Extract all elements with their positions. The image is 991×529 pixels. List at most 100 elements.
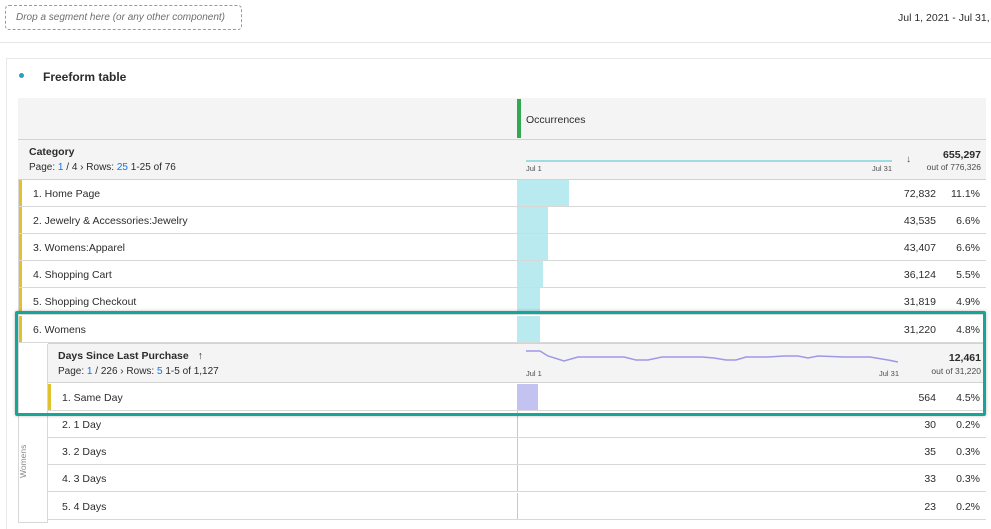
table-row[interactable]: 6. Womens 31,220 4.8% <box>18 316 986 343</box>
panel-title[interactable]: Freeform table <box>43 70 126 84</box>
sparkline-end-label: Jul 31 <box>872 164 893 173</box>
row-label[interactable]: 4. Shopping Cart <box>33 269 112 281</box>
rows-label: Rows: <box>126 366 155 377</box>
table-row[interactable]: 4. Shopping Cart 36,124 5.5% <box>18 261 986 288</box>
page-total: / 4 <box>66 162 78 173</box>
metric-header[interactable] <box>18 98 986 140</box>
row-value: 43,535 <box>903 215 936 227</box>
row-bar <box>517 288 540 314</box>
row-rail <box>19 180 22 206</box>
row-percent: 0.2% <box>956 419 980 431</box>
row-label[interactable]: 5. Shopping Checkout <box>33 296 136 308</box>
arrow-down-icon[interactable]: ↓ <box>906 154 911 165</box>
page-label: Page: <box>29 162 56 173</box>
breakdown-group-rail <box>18 344 48 523</box>
date-range-picker[interactable]: Jul 1, 2021 - Jul 31, 2021 <box>898 12 991 24</box>
row-value: 31,220 <box>903 324 936 336</box>
row-percent: 0.3% <box>956 446 980 458</box>
row-value: 30 <box>924 419 936 431</box>
page-label: Page: <box>58 366 85 377</box>
sort-ascending-icon[interactable]: ↑ <box>198 350 203 362</box>
row-rail <box>19 261 22 287</box>
row-label[interactable]: 2. Jewelry & Accessories:Jewelry <box>33 215 188 227</box>
rows-range: 1-5 of 1,127 <box>165 366 219 377</box>
row-label[interactable]: 3. Womens:Apparel <box>33 242 125 254</box>
table-row[interactable]: 5. Shopping Checkout 31,819 4.9% <box>18 288 986 315</box>
row-bar <box>517 438 518 464</box>
dimension-pager: Page: 1 / 4 › Rows: 25 1-25 of 76 <box>29 162 176 173</box>
row-bar <box>517 234 548 260</box>
breakdown-group-label: Womens <box>18 444 28 478</box>
row-percent: 4.8% <box>956 324 980 336</box>
row-bar <box>517 180 569 206</box>
row-percent: 0.2% <box>956 501 980 513</box>
panel-status-dot-icon <box>19 73 24 78</box>
row-label[interactable]: 6. Womens <box>33 324 86 336</box>
chevron-right-icon[interactable]: › <box>120 366 123 377</box>
breakdown-pager: Page: 1 / 226 › Rows: 5 1-5 of 1,127 <box>58 366 219 377</box>
row-percent: 4.9% <box>956 296 980 308</box>
row-value: 33 <box>924 473 936 485</box>
breakdown-sparkline <box>526 350 898 363</box>
segment-dropzone[interactable]: Drop a segment here (or any other compon… <box>5 5 242 30</box>
row-value: 23 <box>924 501 936 513</box>
row-rail <box>48 384 51 410</box>
breakdown-dimension-name[interactable]: Days Since Last Purchase ↑ <box>58 350 203 362</box>
row-value: 564 <box>918 392 936 404</box>
row-percent: 6.6% <box>956 215 980 227</box>
breakdown-sparkline-start: Jul 1 <box>526 369 542 378</box>
row-bar <box>517 316 540 342</box>
metric-total: 655,297 <box>943 149 981 161</box>
table-row[interactable]: 2. Jewelry & Accessories:Jewelry 43,535 6.… <box>18 207 986 234</box>
row-bar <box>517 493 518 519</box>
page-current-input[interactable]: 1 <box>87 366 93 377</box>
row-label[interactable]: 1. Home Page <box>33 188 100 200</box>
breakdown-row[interactable]: 5. 4 Days 23 0.2% <box>48 493 986 520</box>
row-bar <box>517 411 518 437</box>
dimension-name[interactable]: Category <box>29 146 75 158</box>
page-current-input[interactable]: 1 <box>58 162 64 173</box>
row-bar <box>517 465 518 491</box>
row-percent: 5.5% <box>956 269 980 281</box>
row-rail <box>19 288 22 314</box>
row-bar <box>517 261 543 287</box>
breakdown-name: Days Since Last Purchase <box>58 350 189 362</box>
row-label[interactable]: 2. 1 Day <box>62 419 101 431</box>
breakdown-row[interactable]: 4. 3 Days 33 0.3% <box>48 465 986 492</box>
row-percent: 11.1% <box>951 188 980 200</box>
row-label[interactable]: 5. 4 Days <box>62 501 106 513</box>
row-value: 36,124 <box>903 269 936 281</box>
breakdown-row[interactable]: 1. Same Day 564 4.5% <box>48 384 986 411</box>
rows-label: Rows: <box>86 162 115 173</box>
rows-range: 1-25 of 76 <box>130 162 176 173</box>
row-label[interactable]: 1. Same Day <box>62 392 123 404</box>
row-percent: 0.3% <box>956 473 980 485</box>
rows-select[interactable]: 5 <box>157 366 163 377</box>
chevron-right-icon[interactable]: › <box>80 162 83 173</box>
row-label[interactable]: 4. 3 Days <box>62 473 106 485</box>
row-value: 31,819 <box>903 296 936 308</box>
row-rail <box>19 207 22 233</box>
row-value: 72,832 <box>903 188 936 200</box>
row-bar <box>517 207 548 233</box>
row-percent: 4.5% <box>956 392 980 404</box>
rows-select[interactable]: 25 <box>117 162 128 173</box>
breakdown-total: 12,461 <box>948 352 981 364</box>
row-bar <box>517 384 538 410</box>
row-rail <box>19 234 22 260</box>
page-total: / 226 <box>95 366 118 377</box>
table-row[interactable]: 1. Home Page 72,832 11.1% <box>18 180 986 207</box>
breakdown-row[interactable]: 2. 1 Day 30 0.2% <box>48 411 986 438</box>
metric-name[interactable]: Occurrences <box>526 114 586 126</box>
table-row[interactable]: 3. Womens:Apparel 43,407 6.6% <box>18 234 986 261</box>
row-value: 35 <box>924 446 936 458</box>
metric-total-of: out of 776,326 <box>926 162 981 172</box>
grip-icon[interactable] <box>517 99 521 138</box>
row-label[interactable]: 3. 2 Days <box>62 446 106 458</box>
row-rail <box>19 316 22 342</box>
breakdown-sparkline-end: Jul 31 <box>879 369 900 378</box>
row-value: 43,407 <box>903 242 936 254</box>
breakdown-total-of: out of 31,220 <box>931 366 981 376</box>
sparkline-start-label: Jul 1 <box>526 164 542 173</box>
breakdown-row[interactable]: 3. 2 Days 35 0.3% <box>48 438 986 465</box>
